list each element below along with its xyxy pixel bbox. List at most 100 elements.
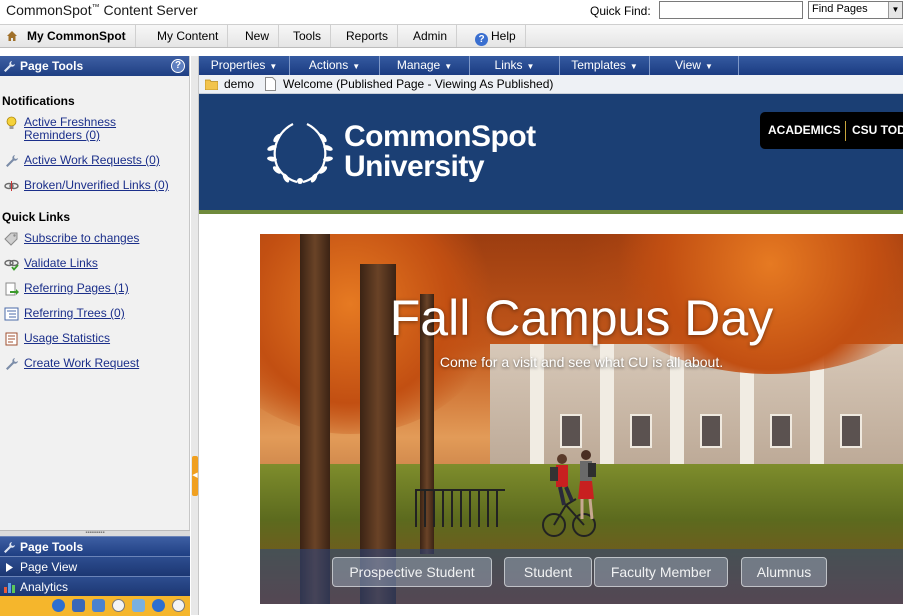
toolbar-templates[interactable]: Templates ▼ [560,56,650,75]
toolbar-label: Actions [308,58,349,72]
lightbulb-icon [6,116,17,129]
toolbar-manage[interactable]: Manage ▼ [380,56,470,75]
subscribe-link[interactable]: Subscribe to changes [0,231,189,246]
menu-label: My Content [157,29,219,43]
accessibility-icon[interactable] [152,599,165,612]
hero-cyclists [542,450,596,537]
brand-trademark: ™ [91,2,100,12]
nav-academics[interactable]: ACADEMICS [768,112,841,149]
referring-page-icon [5,282,19,296]
chevron-down-icon: ▼ [352,62,361,71]
alumnus-button[interactable]: Alumnus [741,557,827,587]
panel-splitter[interactable]: ◀ [191,56,199,615]
site-logo[interactable]: CommonSpot University [344,122,536,182]
link-label: Create Work Request [24,356,140,370]
chevron-down-icon: ▼ [444,62,453,71]
breadcrumb-folder[interactable]: demo [224,75,254,94]
toolbar-label: Manage [396,58,441,72]
tree-icon [4,307,19,321]
menu-tools[interactable]: Tools [284,25,332,47]
menu-label: Help [491,29,516,43]
active-work-requests-link[interactable]: Active Work Requests (0) [0,154,189,167]
site-header: CommonSpot University ACADEMICS CSU TOD [199,94,903,210]
referring-pages-link[interactable]: Referring Pages (1) [0,281,189,296]
tab-page-view[interactable]: Page View [0,556,190,576]
quick-find-input[interactable] [659,1,803,19]
nav-divider [845,121,846,141]
page-icon [265,77,276,91]
link-label: Referring Pages (1) [24,281,129,295]
panel-icon-toolbar [0,596,190,616]
app-brand: CommonSpot™ Content Server [6,2,198,18]
menu-reports[interactable]: Reports [337,25,399,47]
brand-product: Content Server [99,2,198,18]
active-freshness-reminders-link[interactable]: Active Freshness Reminders (0) [0,116,189,142]
wrench-icon [4,61,15,72]
chevron-down-icon: ▼ [704,62,713,71]
panel-header: Page Tools ? [0,56,189,76]
chevron-down-icon: ▼ [526,62,535,71]
menu-my-content[interactable]: My Content [148,25,229,47]
audience-button-bar: Prospective Student Student Faculty Memb… [260,549,903,604]
help-icon: ? [475,33,488,46]
clock-icon[interactable] [112,599,125,612]
find-type-select[interactable]: Find Pages ▼ [808,1,903,19]
top-bar: CommonSpot™ Content Server Quick Find: F… [0,0,903,22]
menu-help[interactable]: ? Help [466,25,526,47]
link-check-icon [4,259,19,271]
tag-icon [4,232,18,246]
hero-banner: Fall Campus Day Come for a visit and see… [260,234,903,604]
toolbar-properties[interactable]: Properties ▼ [199,56,290,75]
hero-fence [415,489,505,527]
nav-csu-today[interactable]: CSU TOD [852,112,903,149]
brand-name: CommonSpot [6,2,92,18]
header-accent-line [199,210,903,214]
broken-links-link[interactable]: Broken/Unverified Links (0) [0,179,189,192]
toolbar-label: Templates [571,58,626,72]
find-type-value: Find Pages [812,3,868,15]
faculty-member-button[interactable]: Faculty Member [594,557,728,587]
menu-my-commonspot[interactable]: My CommonSpot [0,25,136,47]
usage-statistics-link[interactable]: Usage Statistics [0,331,189,346]
tab-page-tools[interactable]: Page Tools [0,536,190,556]
toolbar-label: View [675,58,701,72]
validate-links-link[interactable]: Validate Links [0,256,189,271]
grid-icon[interactable] [92,599,105,612]
panel-help-icon[interactable]: ? [171,59,185,73]
tab-label: Analytics [20,580,69,594]
chevron-down-icon: ▼ [629,62,638,71]
chevron-down-icon: ▼ [269,62,278,71]
site-navigation: ACADEMICS CSU TOD [760,112,903,149]
page-layout-icon[interactable] [72,599,85,612]
hero-subtitle: Come for a visit and see what CU is all … [439,354,724,370]
link-label: Usage Statistics [24,331,111,345]
breadcrumb: demo Welcome (Published Page - Viewing A… [199,75,903,94]
comment-icon[interactable] [132,599,145,612]
tab-analytics[interactable]: Analytics [0,576,190,596]
menu-admin[interactable]: Admin [404,25,458,47]
menu-label: Tools [293,29,322,43]
panel-tabs: ▪▪▪▪▪▪▪▪▪ Page Tools Page View Analytics [0,530,190,616]
info-icon[interactable] [52,599,65,612]
prospective-student-button[interactable]: Prospective Student [332,557,492,587]
menu-new[interactable]: New [236,25,280,47]
toolbar-actions[interactable]: Actions ▼ [290,56,380,75]
wrench-icon [6,358,18,370]
page-tools-panel: Page Tools ? Notifications Active Freshn… [0,56,190,616]
link-label: Subscribe to changes [24,231,140,245]
history-icon[interactable] [172,599,185,612]
tab-label: Page View [20,560,78,574]
dropdown-arrow-icon: ▼ [888,2,902,18]
collapse-panel-icon[interactable]: ◀ [192,456,198,496]
menu-label: My CommonSpot [27,29,126,43]
toolbar-label: Properties [210,58,266,72]
link-label: Broken/Unverified Links (0) [24,178,169,192]
toolbar-view[interactable]: View ▼ [650,56,739,75]
logo-line1: CommonSpot [344,120,536,153]
create-work-request-link[interactable]: Create Work Request [0,357,189,370]
referring-trees-link[interactable]: Referring Trees (0) [0,307,189,321]
toolbar-links[interactable]: Links ▼ [470,56,560,75]
student-button[interactable]: Student [504,557,592,587]
wrench-icon [4,542,15,553]
link-label: Validate Links [24,256,98,270]
